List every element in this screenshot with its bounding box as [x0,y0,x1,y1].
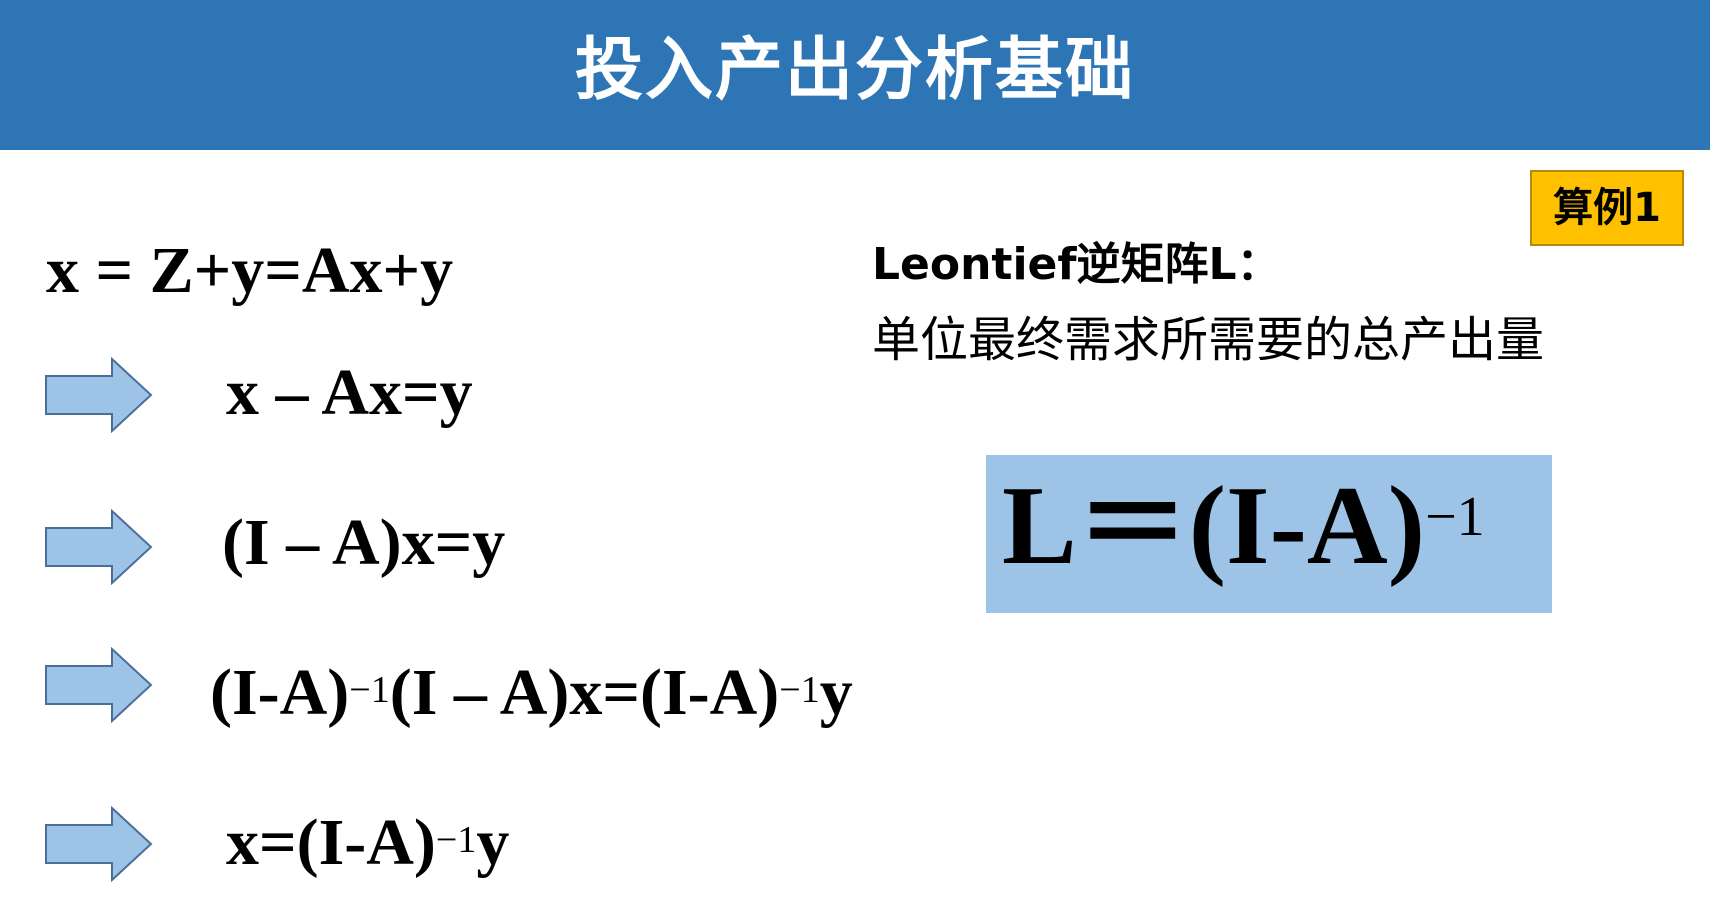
right-arrow-icon [45,806,153,882]
eq4-exp2: −1 [779,669,820,711]
leontief-description: 单位最终需求所需要的总产出量 [872,312,1545,368]
leontief-formula: L＝(I-A)−1 [1002,470,1485,582]
equation-5: x=(I-A)−1y [226,810,509,876]
right-arrow-icon [45,647,153,723]
example-badge: 算例1 [1530,170,1684,246]
eq5-base: x=(I-A) [226,806,436,879]
formula-base: L＝(I-A) [1002,464,1426,588]
page-title: 投入产出分析基础 [574,31,1135,110]
equation-4: (I-A)−1(I – A)x=(I-A)−1y [210,660,853,726]
eq4-tail: y [819,656,853,729]
equation-1: x = Z+y=Ax+y [46,234,454,307]
equation-3: (I – A)x=y [222,506,506,579]
eq4-mid: (I – A)x=(I-A) [389,656,780,729]
eq4-base1: (I-A) [210,656,350,729]
eq5-exp: −1 [435,819,477,861]
leontief-title: Leontief逆矩阵L： [872,239,1281,290]
equation-2: x – Ax=y [226,356,473,429]
formula-exponent: −1 [1425,486,1485,548]
eq4-exp1: −1 [349,669,390,711]
right-arrow-icon [45,357,153,433]
eq5-tail: y [476,806,510,879]
right-arrow-icon [45,509,153,585]
